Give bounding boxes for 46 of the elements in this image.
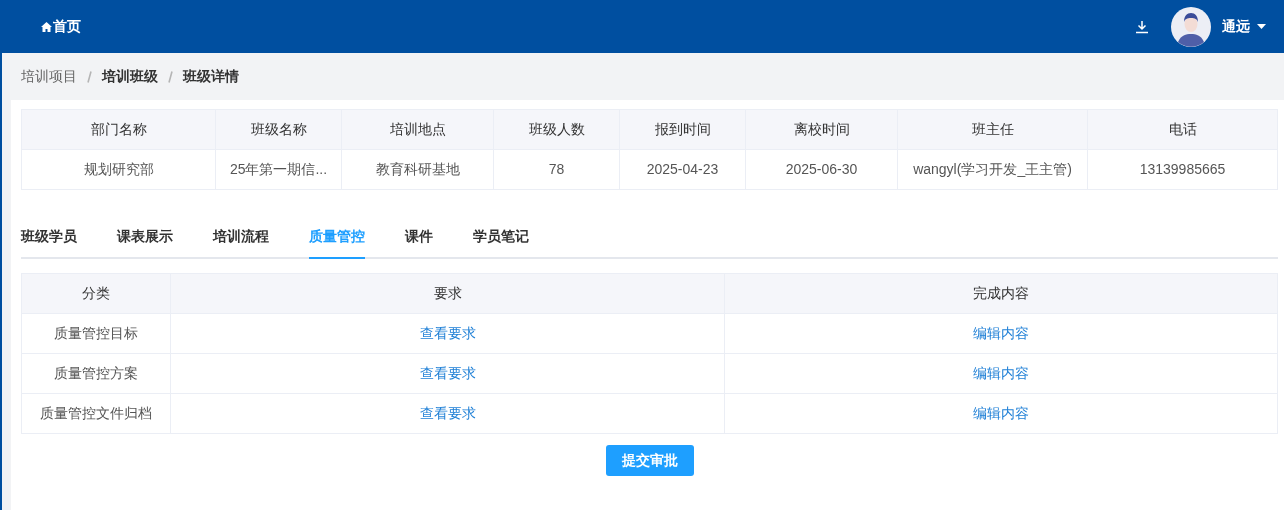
download-icon[interactable] [1135,19,1149,34]
table-cell: 教育科研基地 [341,149,494,190]
column-header: 要求 [170,273,725,314]
table-cell: 2025-06-30 [745,149,898,190]
table-cell: 质量管控目标 [21,313,171,354]
column-header: 报到时间 [619,109,746,150]
column-header: 部门名称 [21,109,216,150]
submit-button[interactable]: 提交审批 [605,445,694,476]
edit-link[interactable]: 编辑内容 [973,365,1029,381]
tab[interactable]: 培训流程 [213,226,269,259]
table-cell: 13139985665 [1087,149,1278,190]
separator-icon [87,70,92,83]
tab[interactable]: 质量管控 [309,226,365,259]
edit-link[interactable]: 编辑内容 [973,325,1029,341]
table-cell: 78 [493,149,620,190]
table-cell: 2025-04-23 [619,149,746,190]
home-link[interactable]: 首页 [41,16,81,37]
table-cell: wangyl(学习开发_王主管) [897,149,1088,190]
view-link[interactable]: 查看要求 [419,325,476,341]
view-link[interactable]: 查看要求 [419,365,476,381]
caret-icon[interactable] [1257,24,1266,29]
column-header: 培训地点 [341,109,494,150]
avatar-icon[interactable] [1171,6,1211,47]
column-header: 离校时间 [745,109,898,150]
column-header: 分类 [21,273,171,314]
tab[interactable]: 学员笔记 [473,226,529,259]
table-cell: 质量管控文件归档 [21,393,171,434]
tab[interactable]: 班级学员 [21,226,77,259]
column-header: 完成内容 [724,273,1278,314]
tab[interactable]: 课表展示 [117,226,173,259]
home-icon [41,21,52,32]
column-header: 电话 [1087,109,1278,150]
column-header: 班级名称 [215,109,342,150]
edit-link[interactable]: 编辑内容 [973,405,1029,421]
breadcrumb-link[interactable]: 培训项目 [21,66,77,87]
table-cell: 规划研究部 [21,149,216,190]
user-name[interactable]: 通远 [1222,16,1250,37]
view-link[interactable]: 查看要求 [419,405,476,421]
table-cell: 质量管控方案 [21,353,171,394]
breadcrumb-item[interactable]: 培训班级 [102,66,158,87]
column-header: 班级人数 [493,109,620,150]
breadcrumb-item: 班级详情 [183,67,239,86]
column-header: 班主任 [897,109,1088,150]
separator-icon [168,70,173,83]
table-cell: 25年第一期信... [215,149,342,190]
tab[interactable]: 课件 [405,226,433,259]
